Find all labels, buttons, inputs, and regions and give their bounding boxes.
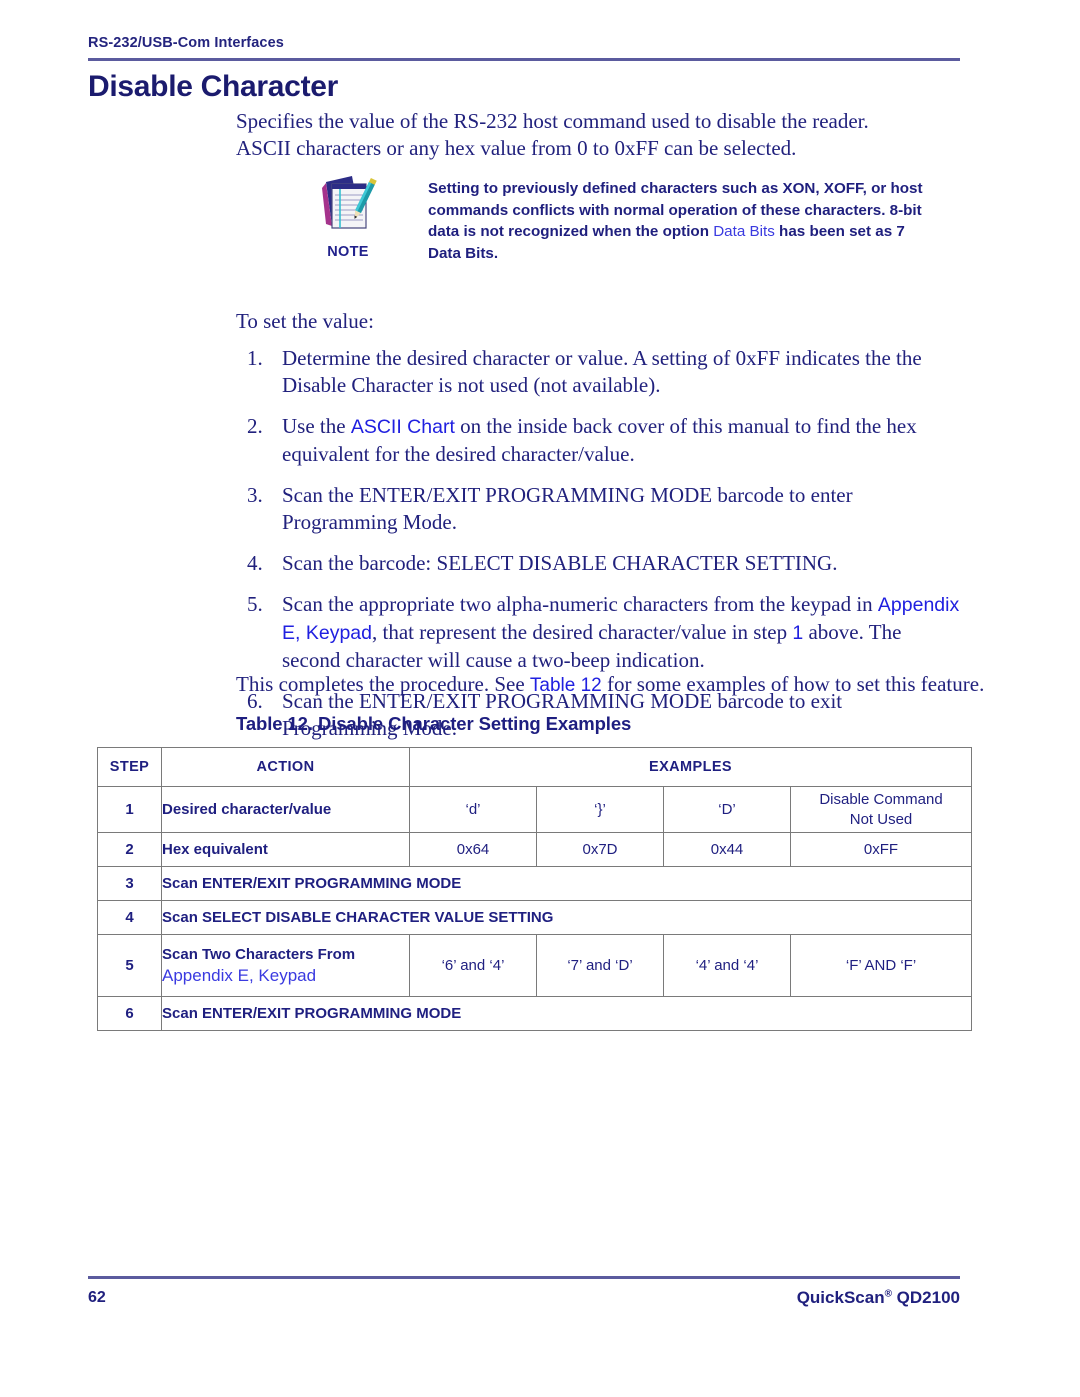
list-item: 3. Scan the ENTER/EXIT PROGRAMMING MODE …: [236, 482, 960, 536]
disable-character-examples-table: STEP ACTION EXAMPLES 1 Desired character…: [97, 747, 973, 1031]
running-header: RS-232/USB-Com Interfaces: [88, 34, 960, 52]
step-text-pre: Scan the appropriate two alpha-numeric c…: [282, 592, 878, 616]
step-text-pre: Use the: [282, 414, 351, 438]
row-step-number: 6: [97, 996, 162, 1031]
notepad-pencil-icon: [322, 176, 377, 229]
table-row: 4 Scan SELECT DISABLE CHARACTER VALUE SE…: [97, 900, 973, 935]
link-step-1[interactable]: 1: [792, 622, 803, 644]
step-number: 5.: [247, 592, 263, 616]
row-example-4: Disable Command Not Used: [789, 786, 973, 833]
table-row: 3 Scan ENTER/EXIT PROGRAMMING MODE: [97, 866, 973, 901]
row-step-number: 4: [97, 900, 162, 935]
table-row: 1 Desired character/value ‘d’ ‘}’ ‘D’ Di…: [97, 786, 973, 833]
footer-product-brand: QuickScan: [796, 1288, 885, 1307]
row-action: Scan ENTER/EXIT PROGRAMMING MODE: [160, 866, 973, 901]
step-text: Scan the appropriate two alpha-numeric c…: [282, 591, 960, 674]
row-example-1: ‘6’ and ‘4’: [409, 934, 537, 997]
note-callout: NOTE Setting to previously defined chara…: [300, 170, 960, 280]
intro-paragraph: Specifies the value of the RS-232 host c…: [236, 108, 960, 162]
row-action: Scan SELECT DISABLE CHARACTER VALUE SETT…: [160, 900, 973, 935]
footer-page-number: 62: [88, 1289, 106, 1306]
table-row: 5 Scan Two Characters From Appendix E, K…: [97, 934, 973, 997]
column-header-step: STEP: [97, 747, 162, 787]
row-step-number: 3: [97, 866, 162, 901]
row-example-1: 0x64: [409, 832, 537, 867]
page-title: Disable Character: [88, 70, 339, 103]
table-row: 2 Hex equivalent 0x64 0x7D 0x44 0xFF: [97, 832, 973, 867]
header-rule: [88, 58, 960, 61]
footer-rule: [88, 1276, 960, 1279]
row-action: Scan ENTER/EXIT PROGRAMMING MODE: [160, 996, 973, 1031]
closing-pre: This completes the procedure. See: [236, 672, 530, 696]
row-example-4: ‘F’ AND ‘F’: [789, 934, 973, 997]
row-example-2: ‘}’: [536, 786, 664, 833]
row-example-3: ‘D’: [663, 786, 791, 833]
closing-sentence: This completes the procedure. See Table …: [236, 671, 984, 699]
note-link-data-bits[interactable]: Data Bits: [713, 223, 775, 240]
step-text: Scan the ENTER/EXIT PROGRAMMING MODE bar…: [282, 483, 853, 534]
column-header-examples: EXAMPLES: [408, 747, 973, 787]
step-text-mid: , that represent the desired character/v…: [371, 620, 793, 644]
step-text: Determine the desired character or value…: [282, 346, 922, 397]
list-item: 1. Determine the desired character or va…: [236, 345, 960, 399]
step-text: Use the ASCII Chart on the inside back c…: [282, 413, 960, 468]
note-icon-wrap: NOTE: [300, 170, 396, 260]
row-example-2: ‘7’ and ‘D’: [536, 934, 664, 997]
table-header-row: STEP ACTION EXAMPLES: [97, 747, 973, 787]
row-example-4-text: Disable Command Not Used: [819, 790, 943, 828]
row-action: Desired character/value: [161, 786, 410, 833]
to-set-value-heading: To set the value:: [236, 309, 374, 333]
list-item: 4. Scan the barcode: SELECT DISABLE CHAR…: [236, 550, 960, 577]
table-caption: Table 12. Disable Character Setting Exam…: [236, 713, 632, 734]
list-item: 2. Use the ASCII Chart on the inside bac…: [236, 413, 960, 468]
step-number: 1.: [247, 346, 263, 370]
row-step-number: 2: [97, 832, 162, 867]
table-row: 6 Scan ENTER/EXIT PROGRAMMING MODE: [97, 996, 973, 1031]
step-text: Scan the barcode: SELECT DISABLE CHARACT…: [282, 551, 838, 575]
link-table-12[interactable]: Table 12: [530, 675, 602, 696]
intro-line-2: ASCII characters or any hex value from 0…: [236, 136, 797, 160]
footer-product-model: QD2100: [891, 1288, 960, 1307]
list-item: 5. Scan the appropriate two alpha-numeri…: [236, 591, 960, 674]
row-example-1: ‘d’: [409, 786, 537, 833]
row-example-4: 0xFF: [789, 832, 973, 867]
row-step-number: 1: [97, 786, 162, 833]
row-example-3: ‘4’ and ‘4’: [663, 934, 791, 997]
step-number: 4.: [247, 551, 263, 575]
document-page: RS-232/USB-Com Interfaces Disable Charac…: [0, 0, 1080, 1397]
note-label: NOTE: [327, 244, 369, 260]
link-ascii-chart[interactable]: ASCII Chart: [351, 416, 455, 438]
running-header-title: RS-232/USB-Com Interfaces: [88, 35, 284, 51]
column-header-action: ACTION: [161, 747, 410, 787]
row-example-3: 0x44: [663, 832, 791, 867]
row-step-number: 5: [97, 934, 162, 997]
step-number: 3.: [247, 483, 263, 507]
row-action: Hex equivalent: [161, 832, 410, 867]
row-example-2: 0x7D: [536, 832, 664, 867]
row-action-link-appendix-e-keypad[interactable]: Appendix E, Keypad: [162, 965, 409, 987]
row-action: Scan Two Characters From Appendix E, Key…: [161, 934, 410, 997]
registered-trademark-icon: ®: [884, 1288, 892, 1300]
closing-post: for some examples of how to set this fea…: [601, 672, 985, 696]
intro-line-1: Specifies the value of the RS-232 host c…: [236, 109, 869, 133]
row-action-text: Scan Two Characters From: [162, 945, 356, 963]
note-text: Setting to previously defined characters…: [428, 178, 938, 264]
step-number: 2.: [247, 414, 263, 438]
footer-product-name: QuickScan® QD2100: [797, 1288, 960, 1308]
